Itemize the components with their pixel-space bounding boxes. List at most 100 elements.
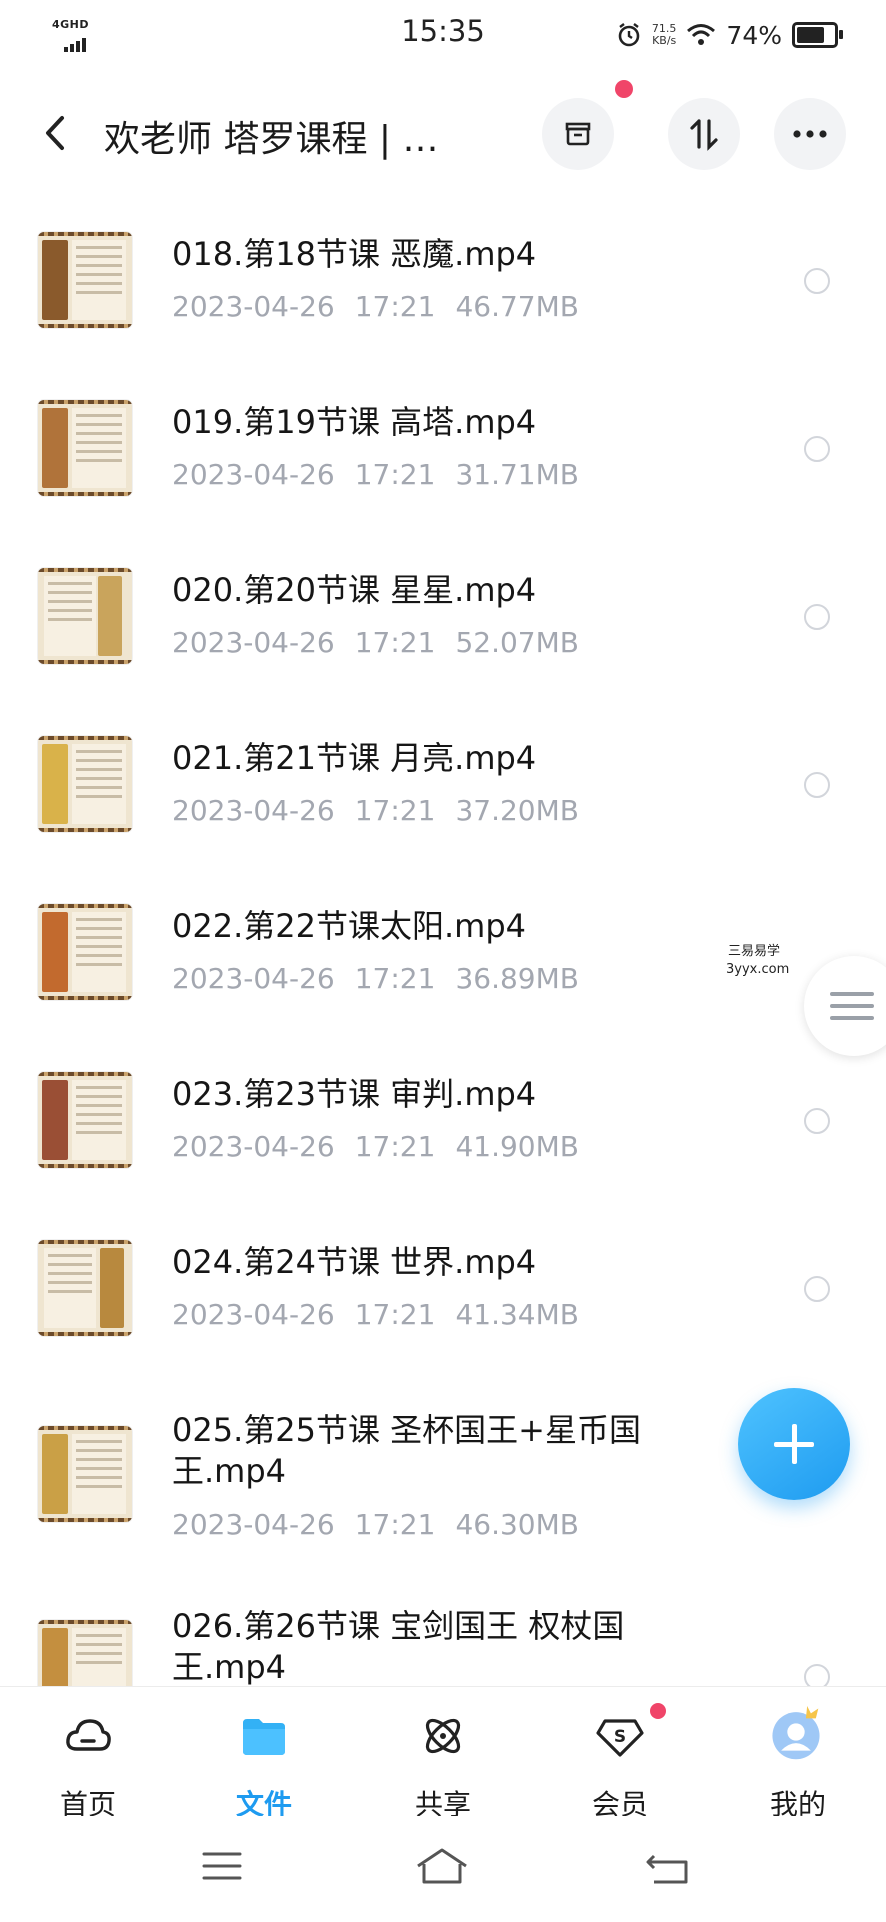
video-thumbnail bbox=[38, 568, 132, 664]
list-item[interactable]: 024.第24节课 世界.mp4 2023-04-26 17:21 41.34MB bbox=[0, 1208, 886, 1376]
back-icon bbox=[46, 116, 64, 150]
list-item[interactable]: 019.第19节课 高塔.mp4 2023-04-26 17:21 31.71MB bbox=[0, 368, 886, 536]
file-meta: 2023-04-26 17:21 52.07MB bbox=[172, 626, 579, 659]
file-name: 024.第24节课 世界.mp4 bbox=[172, 1243, 537, 1281]
file-meta: 2023-04-26 17:21 46.77MB bbox=[172, 290, 579, 323]
recents-button[interactable] bbox=[192, 1842, 252, 1892]
svg-text:S: S bbox=[614, 1727, 626, 1747]
file-name: 021.第21节课 月亮.mp4 bbox=[172, 739, 537, 777]
system-nav-bar bbox=[0, 1816, 886, 1922]
file-meta: 2023-04-26 17:21 41.90MB bbox=[172, 1130, 579, 1163]
video-thumbnail bbox=[38, 232, 132, 328]
bottom-nav: 首页 文件 共享 S 会员 我的 bbox=[0, 1686, 886, 1821]
folder-icon bbox=[243, 1719, 285, 1755]
list-item[interactable]: 026.第26节课 宝剑国王 权杖国王.mp4 bbox=[0, 1576, 886, 1716]
header: 欢老师 塔罗课程 | … bbox=[0, 80, 886, 180]
file-size: 41.90MB bbox=[455, 1130, 579, 1163]
file-time: 17:21 bbox=[354, 458, 436, 491]
file-time: 17:21 bbox=[354, 794, 436, 827]
file-size: 36.89MB bbox=[455, 962, 579, 995]
file-size: 46.30MB bbox=[455, 1508, 579, 1541]
file-name: 026.第26节课 宝剑国王 权杖国王.mp4 bbox=[172, 1607, 625, 1686]
video-thumbnail bbox=[38, 736, 132, 832]
cloud-home-icon bbox=[66, 1719, 111, 1751]
video-thumbnail bbox=[38, 1240, 132, 1336]
video-thumbnail bbox=[38, 400, 132, 496]
avatar-icon bbox=[772, 1705, 820, 1760]
file-size: 37.20MB bbox=[455, 794, 579, 827]
file-date: 2023-04-26 bbox=[172, 962, 335, 995]
back-button[interactable] bbox=[36, 108, 76, 158]
file-date: 2023-04-26 bbox=[172, 794, 335, 827]
file-time: 17:21 bbox=[354, 962, 436, 995]
file-name: 022.第22节课太阳.mp4 bbox=[172, 907, 526, 945]
select-checkbox[interactable] bbox=[804, 604, 830, 630]
list-item[interactable]: 021.第21节课 月亮.mp4 2023-04-26 17:21 37.20MB bbox=[0, 704, 886, 872]
network-speed: 71.5 KB/s bbox=[652, 23, 677, 47]
file-time: 17:21 bbox=[354, 1298, 436, 1331]
archive-button[interactable] bbox=[542, 98, 614, 170]
home-button[interactable] bbox=[412, 1842, 472, 1892]
home-icon bbox=[417, 1848, 467, 1884]
battery-icon bbox=[792, 22, 843, 48]
select-checkbox[interactable] bbox=[804, 436, 830, 462]
file-date: 2023-04-26 bbox=[172, 1508, 335, 1541]
speed-unit: KB/s bbox=[652, 34, 677, 47]
list-item[interactable]: 018.第18节课 恶魔.mp4 2023-04-26 17:21 46.77MB bbox=[0, 200, 886, 368]
wifi-icon bbox=[687, 24, 716, 45]
file-time: 17:21 bbox=[354, 1508, 436, 1541]
back-system-button[interactable] bbox=[640, 1842, 700, 1892]
list-item[interactable]: 023.第23节课 审判.mp4 2023-04-26 17:21 41.90MB bbox=[0, 1040, 886, 1208]
file-meta: 2023-04-26 17:21 41.34MB bbox=[172, 1298, 579, 1331]
file-date: 2023-04-26 bbox=[172, 1298, 335, 1331]
select-checkbox[interactable] bbox=[804, 772, 830, 798]
more-icon bbox=[793, 130, 827, 138]
file-meta: 2023-04-26 17:21 31.71MB bbox=[172, 458, 579, 491]
file-time: 17:21 bbox=[354, 1130, 436, 1163]
vip-notification-dot bbox=[650, 1703, 666, 1719]
nav-home[interactable]: 首页 bbox=[0, 1687, 176, 1821]
file-size: 31.71MB bbox=[455, 458, 579, 491]
status-right: 71.5 KB/s 74% bbox=[616, 18, 843, 52]
nav-files[interactable]: 文件 bbox=[176, 1687, 352, 1821]
file-meta: 2023-04-26 17:21 36.89MB bbox=[172, 962, 579, 995]
vip-diamond-icon: S bbox=[596, 1719, 644, 1757]
video-thumbnail bbox=[38, 904, 132, 1000]
status-bar: 4GHD 15:35 71.5 KB/s 74% bbox=[0, 0, 886, 70]
more-button[interactable] bbox=[774, 98, 846, 170]
sort-icon bbox=[690, 119, 718, 151]
file-size: 46.77MB bbox=[455, 290, 579, 323]
file-size: 41.34MB bbox=[455, 1298, 579, 1331]
file-name: 018.第18节课 恶魔.mp4 bbox=[172, 235, 537, 273]
file-meta: 2023-04-26 17:21 37.20MB bbox=[172, 794, 579, 827]
file-time: 17:21 bbox=[354, 290, 436, 323]
select-checkbox[interactable] bbox=[804, 1276, 830, 1302]
file-name: 023.第23节课 审判.mp4 bbox=[172, 1075, 537, 1113]
nav-share[interactable]: 共享 bbox=[355, 1687, 531, 1821]
file-name: 019.第19节课 高塔.mp4 bbox=[172, 403, 537, 441]
page-title: 欢老师 塔罗课程 | … bbox=[104, 119, 439, 160]
sort-button[interactable] bbox=[668, 98, 740, 170]
share-atom-icon bbox=[425, 1718, 461, 1754]
video-thumbnail bbox=[38, 1072, 132, 1168]
watermark-url: 3yyx.com bbox=[726, 962, 790, 977]
file-time: 17:21 bbox=[354, 626, 436, 659]
return-icon bbox=[646, 1854, 688, 1884]
nav-vip[interactable]: S 会员 bbox=[532, 1687, 708, 1821]
file-name: 025.第25节课 圣杯国王+星币国王.mp4 bbox=[172, 1411, 641, 1490]
file-date: 2023-04-26 bbox=[172, 1130, 335, 1163]
file-meta: 2023-04-26 17:21 46.30MB bbox=[172, 1508, 579, 1541]
add-button[interactable] bbox=[738, 1388, 850, 1500]
watermark-name: 三易易学 bbox=[728, 944, 781, 959]
video-thumbnail bbox=[38, 1426, 132, 1522]
select-checkbox[interactable] bbox=[804, 1108, 830, 1134]
nav-profile[interactable]: 我的 bbox=[710, 1687, 886, 1821]
archive-icon bbox=[565, 122, 591, 146]
file-size: 52.07MB bbox=[455, 626, 579, 659]
list-item[interactable]: 020.第20节课 星星.mp4 2023-04-26 17:21 52.07MB bbox=[0, 536, 886, 704]
battery-percent: 74% bbox=[726, 20, 782, 50]
menu-icon bbox=[202, 1852, 242, 1880]
select-checkbox[interactable] bbox=[804, 268, 830, 294]
file-name: 020.第20节课 星星.mp4 bbox=[172, 571, 537, 609]
notification-dot bbox=[615, 80, 633, 98]
